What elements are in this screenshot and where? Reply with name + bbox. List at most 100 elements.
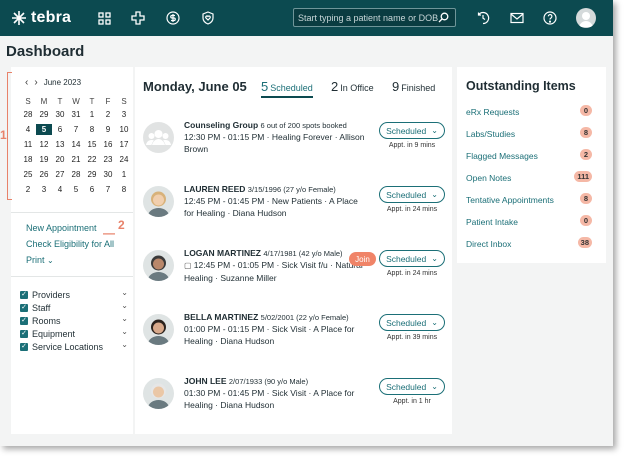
- status-dropdown[interactable]: Scheduled ⌄: [379, 378, 445, 395]
- calendar-day[interactable]: 5: [36, 124, 52, 135]
- status-dropdown[interactable]: Scheduled ⌄: [379, 186, 445, 203]
- prev-month-icon[interactable]: ‹: [25, 77, 28, 88]
- checkbox[interactable]: ✓: [20, 342, 28, 351]
- shield-heart-icon[interactable]: [199, 9, 217, 27]
- calendar-day[interactable]: 11: [20, 139, 36, 150]
- print-link[interactable]: Print ⌄: [26, 255, 114, 265]
- calendar-day[interactable]: 2: [20, 184, 36, 195]
- appointment-row[interactable]: LAUREN REED 3/15/1996 (27 y/o Female) 12:…: [135, 180, 452, 242]
- new-appointment-link[interactable]: New Appointment: [26, 223, 114, 233]
- calendar-day[interactable]: 21: [68, 154, 84, 165]
- filter-equipment[interactable]: ✓ Equipment ⌄: [20, 327, 128, 340]
- dollar-icon[interactable]: [164, 9, 182, 27]
- filter-providers[interactable]: ✓ Providers ⌄: [20, 288, 128, 301]
- calendar-day[interactable]: 13: [52, 139, 68, 150]
- outstanding-item[interactable]: eRx Requests 0: [466, 105, 600, 118]
- calendar-day[interactable]: 1: [84, 109, 100, 120]
- calendar-day[interactable]: 8: [84, 124, 100, 135]
- tab-scheduled[interactable]: 5 Scheduled: [261, 79, 313, 98]
- tab-finished[interactable]: 9 Finished: [392, 79, 435, 94]
- chevron-down-icon[interactable]: ⌄: [121, 327, 128, 336]
- mail-icon[interactable]: [508, 9, 526, 27]
- appointment-row[interactable]: Counseling Group 6 out of 200 spots book…: [135, 116, 452, 178]
- outstanding-item[interactable]: Labs/Studies 8: [466, 127, 600, 140]
- divider: [11, 276, 133, 277]
- appointment-row[interactable]: BELLA MARTINEZ 5/02/2001 (22 y/o Female)…: [135, 308, 452, 370]
- chevron-down-icon[interactable]: ⌄: [121, 314, 128, 323]
- calendar-day[interactable]: 26: [36, 169, 52, 180]
- calendar-day[interactable]: 4: [20, 124, 36, 135]
- calendar-day[interactable]: 15: [84, 139, 100, 150]
- calendar-day[interactable]: 29: [84, 169, 100, 180]
- outstanding-item[interactable]: Tentative Appointments 8: [466, 193, 600, 206]
- status-dropdown[interactable]: Scheduled ⌄: [379, 122, 445, 139]
- check-eligibility-link[interactable]: Check Eligibility for All: [26, 239, 114, 249]
- outstanding-item[interactable]: Flagged Messages 2: [466, 149, 600, 162]
- logo[interactable]: tebra: [12, 9, 71, 27]
- calendar-day[interactable]: 22: [84, 154, 100, 165]
- status-dropdown[interactable]: Scheduled ⌄: [379, 314, 445, 331]
- checkbox[interactable]: ✓: [20, 316, 28, 325]
- filter-service-locations[interactable]: ✓ Service Locations ⌄: [20, 340, 128, 353]
- chevron-down-icon[interactable]: ⌄: [121, 288, 128, 297]
- calendar-day[interactable]: 9: [100, 124, 116, 135]
- calendar-day[interactable]: 3: [36, 184, 52, 195]
- chevron-down-icon[interactable]: ⌄: [121, 301, 128, 310]
- calendar-day[interactable]: 18: [20, 154, 36, 165]
- join-button[interactable]: Join: [349, 252, 376, 266]
- calendar-day[interactable]: 31: [68, 109, 84, 120]
- calendar-day[interactable]: 25: [20, 169, 36, 180]
- calendar-day[interactable]: 24: [116, 154, 132, 165]
- calendar-day[interactable]: 7: [68, 124, 84, 135]
- calendar-day[interactable]: 12: [36, 139, 52, 150]
- calendar-day[interactable]: 19: [36, 154, 52, 165]
- calendar-day[interactable]: 2: [100, 109, 116, 120]
- calendar-day[interactable]: 10: [116, 124, 132, 135]
- grid-icon[interactable]: [95, 9, 113, 27]
- patient-search-input[interactable]: [298, 12, 438, 23]
- calendar-weekday-label: S: [25, 97, 31, 106]
- calendar-day[interactable]: 27: [52, 169, 68, 180]
- appointment-row[interactable]: LOGAN MARTINEZ 4/17/1981 (42 y/o Male) ▢ …: [135, 244, 452, 306]
- calendar-day[interactable]: 28: [20, 109, 36, 120]
- count-badge: 8: [580, 127, 592, 138]
- outstanding-item[interactable]: Patient Intake 0: [466, 215, 600, 228]
- chevron-down-icon[interactable]: ⌄: [121, 340, 128, 349]
- calendar-day[interactable]: 20: [52, 154, 68, 165]
- checkbox[interactable]: ✓: [20, 329, 28, 338]
- calendar-day[interactable]: 17: [116, 139, 132, 150]
- next-month-icon[interactable]: ›: [34, 77, 37, 88]
- calendar-day[interactable]: 1: [116, 169, 132, 180]
- calendar-day[interactable]: 14: [68, 139, 84, 150]
- search-icon[interactable]: [438, 12, 449, 23]
- calendar-day[interactable]: 29: [36, 109, 52, 120]
- checkbox[interactable]: ✓: [20, 290, 28, 299]
- filter-staff[interactable]: ✓ Staff ⌄: [20, 301, 128, 314]
- calendar-day[interactable]: 8: [116, 184, 132, 195]
- patient-search[interactable]: [293, 8, 456, 27]
- calendar-day[interactable]: 6: [52, 124, 68, 135]
- calendar-day[interactable]: 4: [52, 184, 68, 195]
- history-icon[interactable]: [474, 9, 492, 27]
- filter-label: Equipment: [32, 328, 76, 339]
- tab-in-office[interactable]: 2 In Office: [331, 79, 374, 94]
- calendar-day[interactable]: 28: [68, 169, 84, 180]
- calendar-day[interactable]: 30: [100, 169, 116, 180]
- outstanding-item[interactable]: Direct Inbox 38: [466, 237, 600, 250]
- calendar-day[interactable]: 30: [52, 109, 68, 120]
- user-avatar[interactable]: [576, 8, 596, 28]
- medical-cross-icon[interactable]: [129, 9, 147, 27]
- help-icon[interactable]: [541, 9, 559, 27]
- outstanding-item[interactable]: Open Notes 111: [466, 171, 600, 184]
- calendar-day[interactable]: 16: [100, 139, 116, 150]
- calendar-day[interactable]: 3: [116, 109, 132, 120]
- calendar-day[interactable]: 5: [68, 184, 84, 195]
- calendar-day[interactable]: 7: [100, 184, 116, 195]
- calendar-weekday-label: F: [105, 97, 111, 106]
- calendar-day[interactable]: 6: [84, 184, 100, 195]
- calendar-day[interactable]: 23: [100, 154, 116, 165]
- filter-rooms[interactable]: ✓ Rooms ⌄: [20, 314, 128, 327]
- appointment-row[interactable]: JOHN LEE 2/07/1933 (90 y/o Male) 01:30 PM…: [135, 372, 452, 434]
- status-dropdown[interactable]: Scheduled ⌄: [379, 250, 445, 267]
- checkbox[interactable]: ✓: [20, 303, 28, 312]
